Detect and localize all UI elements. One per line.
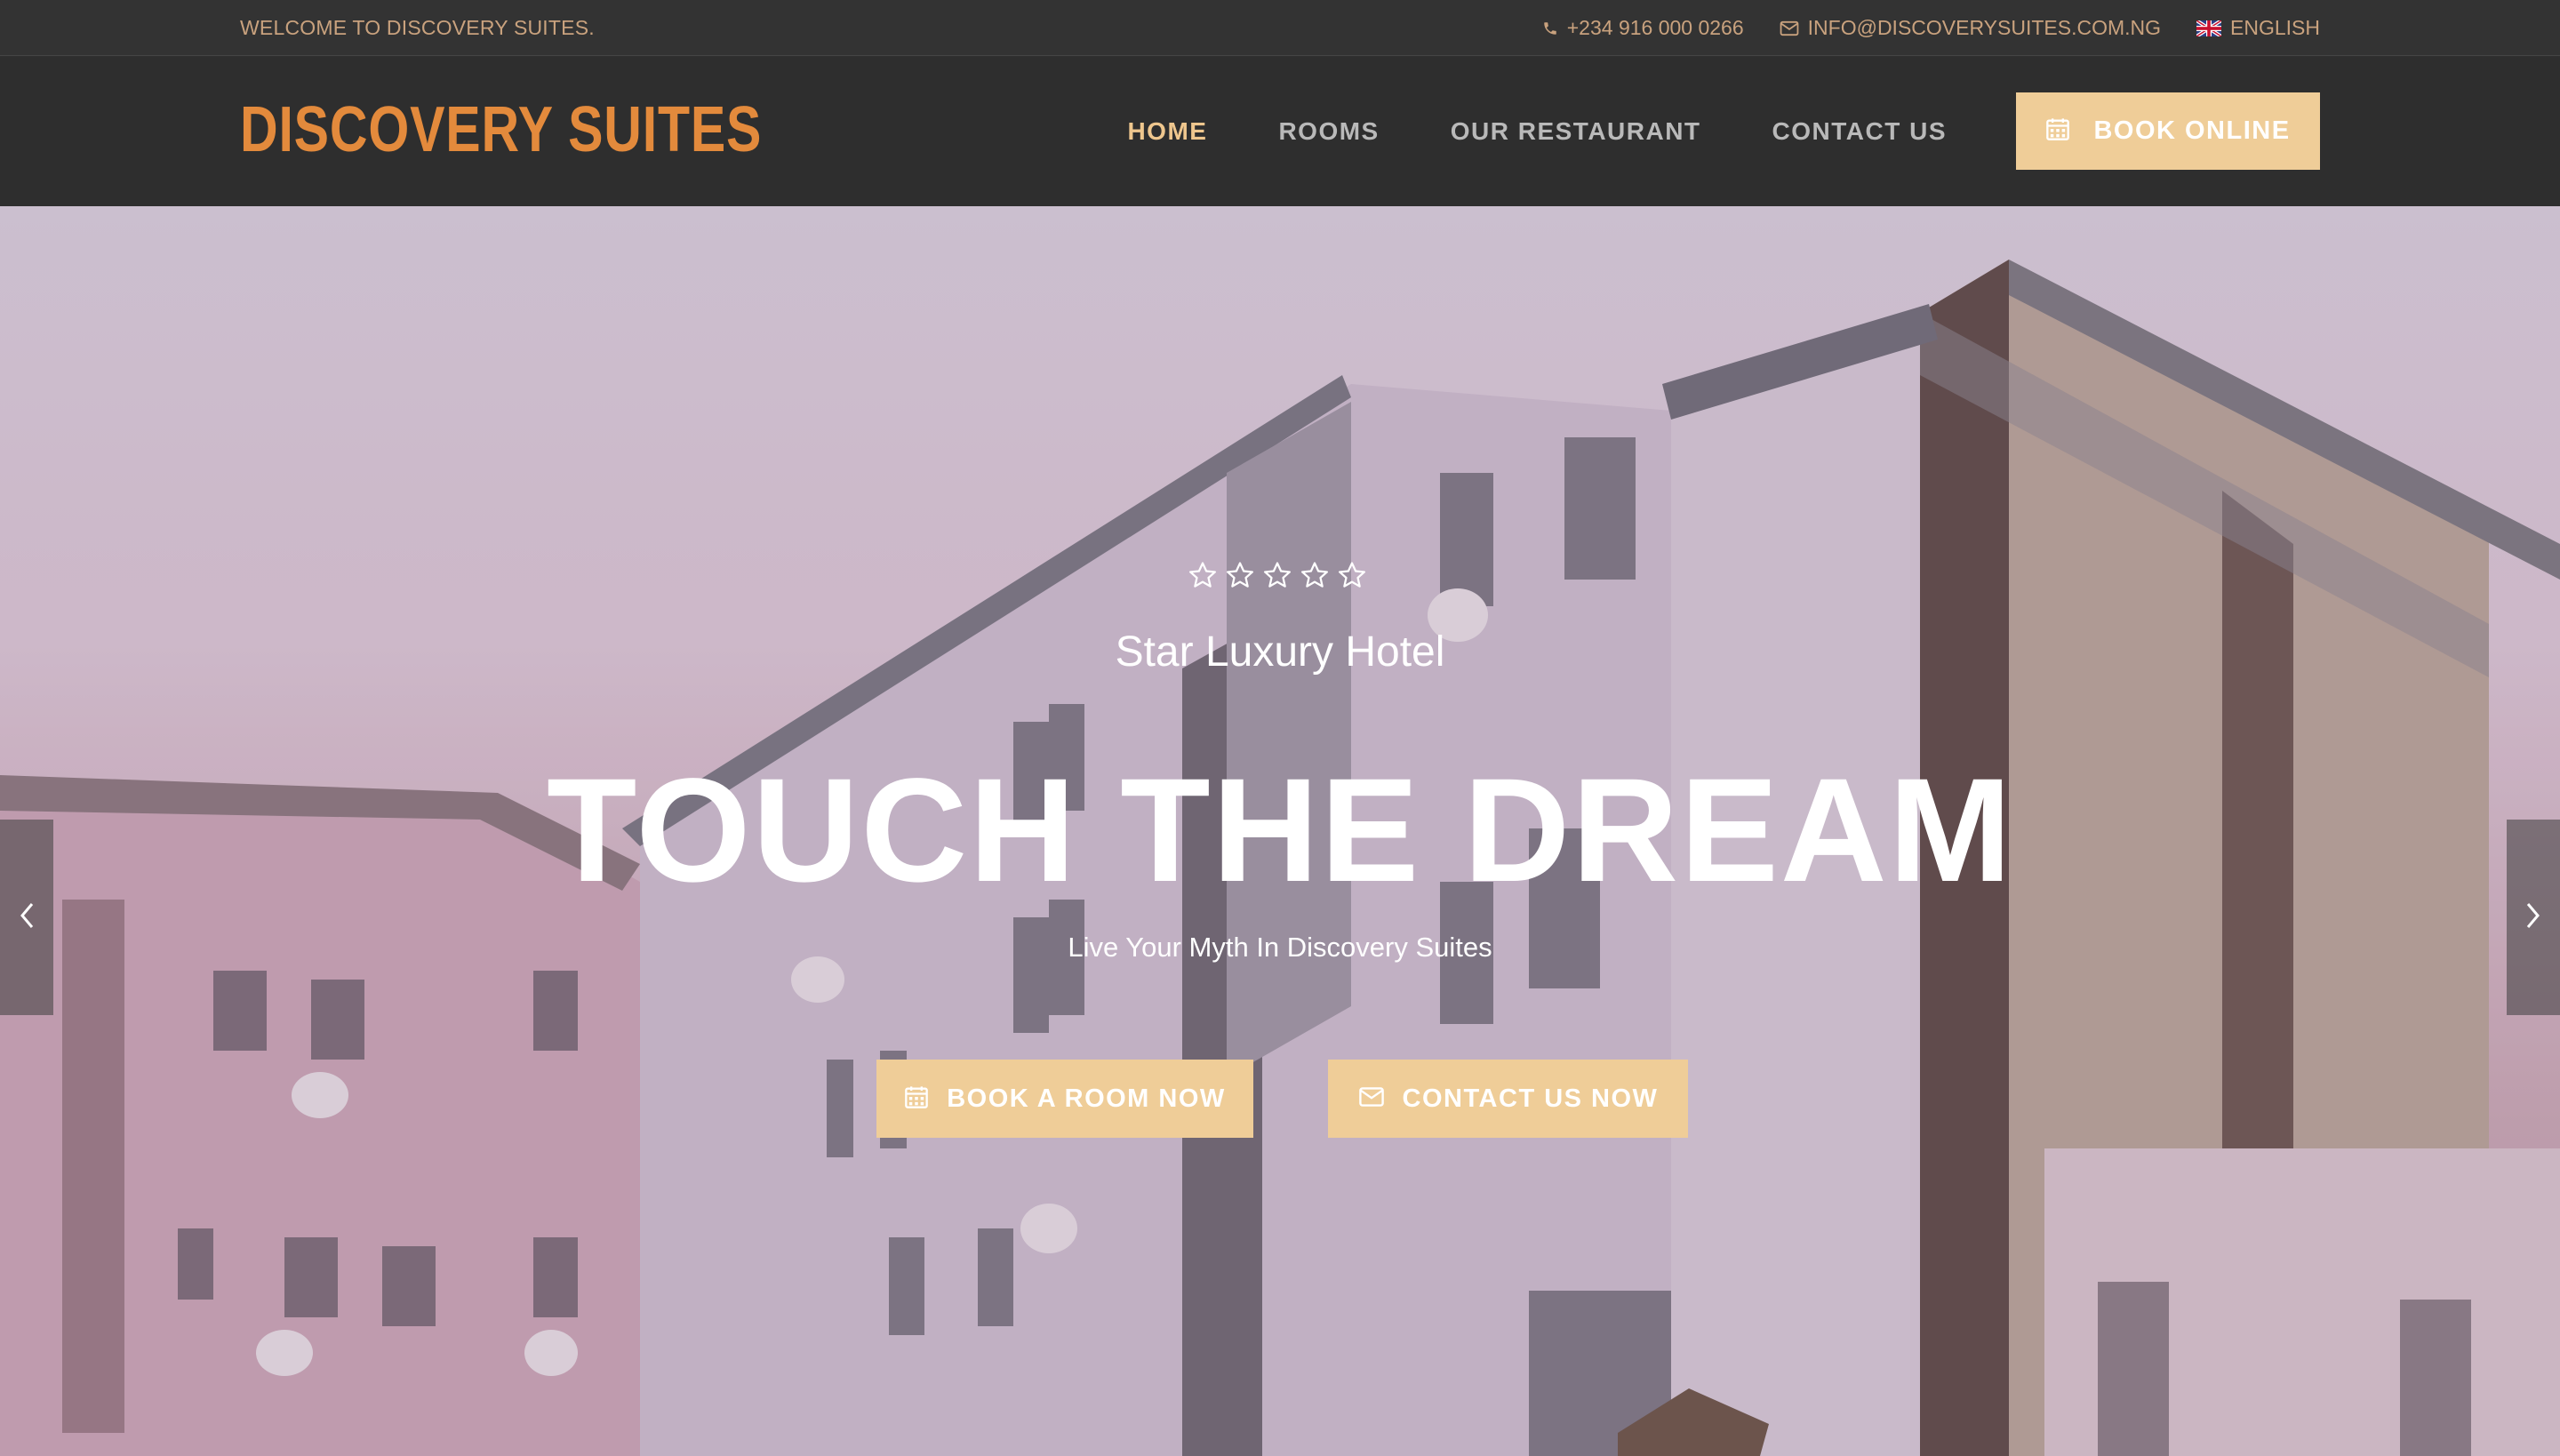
chevron-right-icon (2524, 900, 2543, 935)
chevron-left-icon (17, 900, 36, 935)
uk-flag-icon (2196, 20, 2222, 36)
envelope-icon (1780, 20, 1799, 36)
slider-next-button[interactable] (2507, 820, 2560, 1015)
hero-headline: TOUCH THE DREAM (546, 748, 2014, 913)
email-link[interactable]: INFO@DISCOVERYSUITES.COM.NG (1780, 16, 2161, 40)
slider-prev-button[interactable] (0, 820, 53, 1015)
nav-home[interactable]: HOME (1127, 117, 1207, 146)
book-online-button[interactable]: BOOK ONLINE (2016, 92, 2320, 170)
language-selector[interactable]: ENGLISH (2196, 16, 2320, 40)
envelope-icon (1358, 1086, 1385, 1112)
book-room-button[interactable]: BOOK A ROOM NOW (876, 1060, 1253, 1138)
calendar-icon (2045, 116, 2070, 146)
calendar-icon (904, 1084, 929, 1114)
star-icon (1263, 562, 1292, 588)
nav-rooms[interactable]: ROOMS (1278, 117, 1379, 146)
star-icon (1188, 562, 1217, 588)
email-address: INFO@DISCOVERYSUITES.COM.NG (1807, 16, 2162, 39)
phone-link[interactable]: +234 916 000 0266 (1542, 16, 1744, 40)
main-header: DISCOVERY SUITES HOME ROOMS OUR RESTAURA… (0, 57, 2560, 206)
main-nav: HOME ROOMS OUR RESTAURANT CONTACT US (1127, 57, 1947, 206)
nav-contact[interactable]: CONTACT US (1772, 117, 1947, 146)
phone-number: +234 916 000 0266 (1566, 16, 1744, 39)
contact-us-button[interactable]: CONTACT US NOW (1328, 1060, 1688, 1138)
star-icon (1338, 562, 1366, 588)
site-logo[interactable]: DISCOVERY SUITES (240, 98, 762, 162)
hero-tagline: Star Luxury Hotel (1115, 628, 1445, 676)
hero-subline: Live Your Myth In Discovery Suites (1068, 932, 1492, 963)
top-bar-contacts: +234 916 000 0266 INFO@DISCOVERYSUITES.C… (1542, 0, 2320, 56)
top-bar: WELCOME TO DISCOVERY SUITES. +234 916 00… (0, 0, 2560, 56)
language-label: ENGLISH (2230, 16, 2320, 39)
star-icon (1300, 562, 1329, 588)
welcome-text: WELCOME TO DISCOVERY SUITES. (240, 16, 595, 39)
star-icon (1226, 562, 1254, 588)
contact-us-label: CONTACT US NOW (1402, 1084, 1659, 1113)
nav-restaurant[interactable]: OUR RESTAURANT (1451, 117, 1701, 146)
hero-slider: Star Luxury Hotel TOUCH THE DREAM Live Y… (0, 206, 2560, 1456)
book-room-label: BOOK A ROOM NOW (947, 1084, 1226, 1113)
phone-icon (1542, 20, 1558, 36)
star-rating (1188, 560, 1367, 590)
book-online-label: BOOK ONLINE (2093, 116, 2291, 145)
